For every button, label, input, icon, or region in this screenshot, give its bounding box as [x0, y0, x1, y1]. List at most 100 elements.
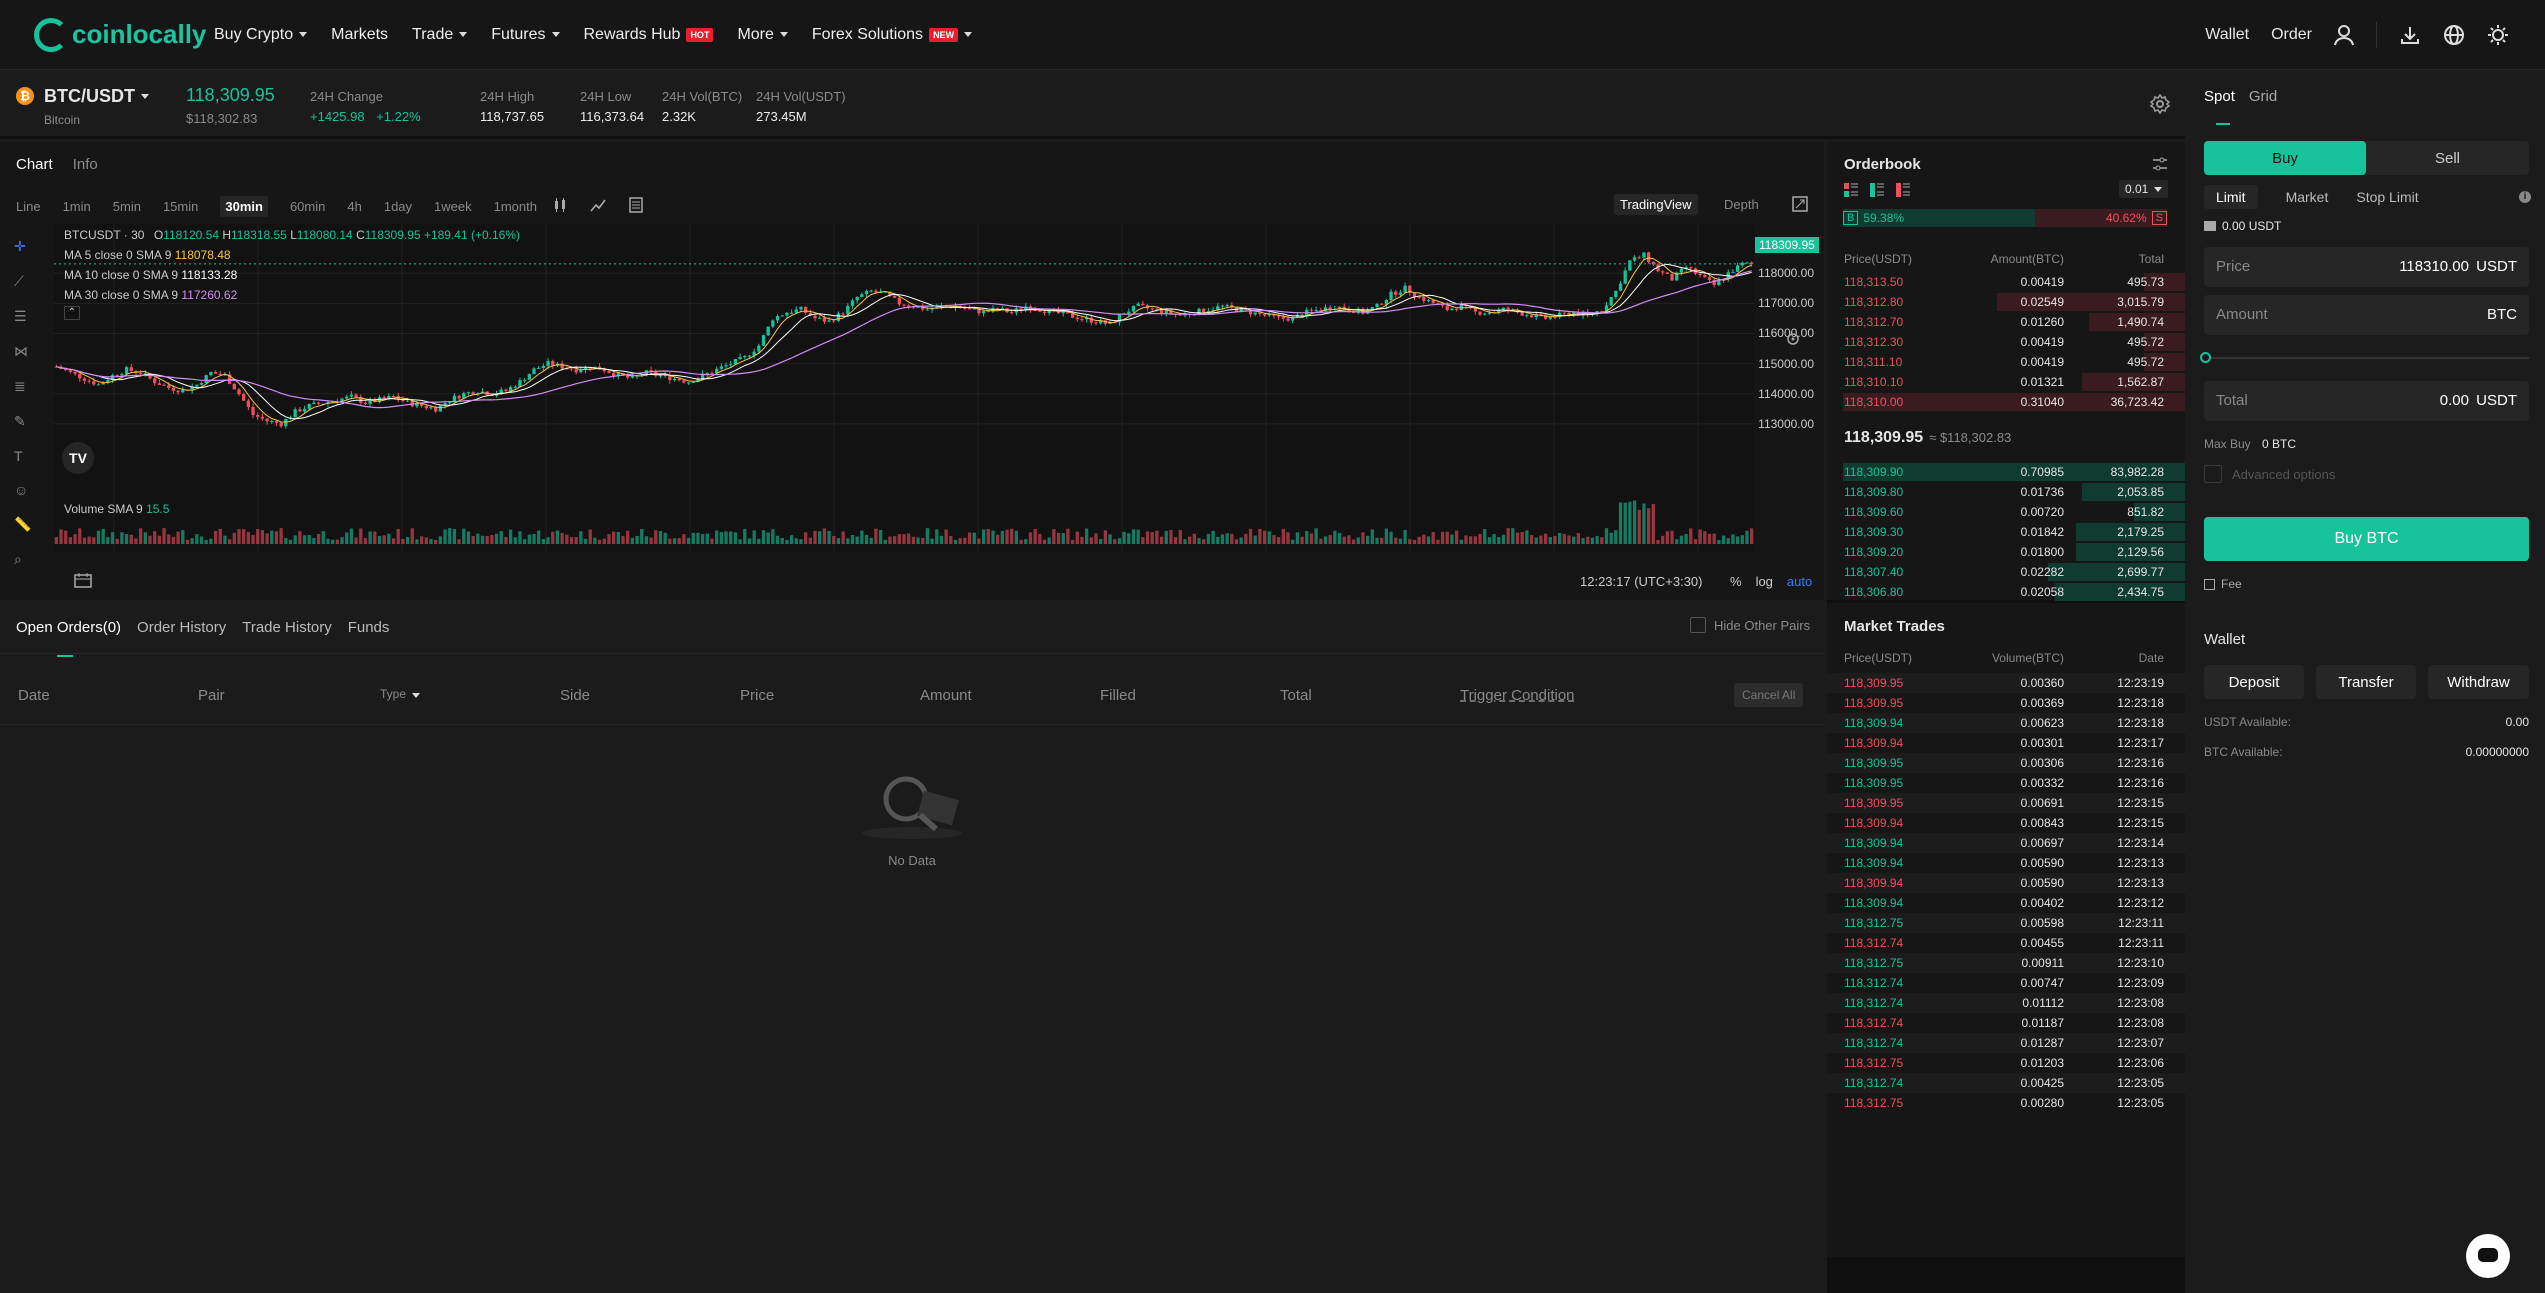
nav-item-2[interactable]: Trade: [412, 26, 468, 44]
cancel-all-button[interactable]: Cancel All: [1734, 683, 1804, 707]
price-axis[interactable]: 118309.95 118000.00 117000.00 116000.00 115…: [1754, 224, 1824, 554]
order-type-market[interactable]: Market: [2286, 189, 2329, 205]
chat-support-button[interactable]: [2466, 1234, 2510, 1278]
nav-item-0[interactable]: Buy Crypto: [214, 26, 308, 44]
fullscreen-icon[interactable]: [1792, 196, 1808, 212]
orders-col-trigger-condition[interactable]: Trigger Condition: [1460, 687, 1575, 704]
ask-row[interactable]: 118,310.00 0.31040 36,723.42: [1827, 392, 2185, 412]
total-input[interactable]: Total 0.00 USDT: [2204, 381, 2529, 421]
slider-handle[interactable]: [2200, 352, 2211, 363]
orderbook-both-view-icon[interactable]: [1843, 182, 1859, 198]
user-icon[interactable]: [2334, 24, 2354, 46]
pair-selector[interactable]: BTC/USDT: [44, 86, 149, 107]
buy-tab-button[interactable]: Buy: [2204, 141, 2366, 175]
pattern-icon[interactable]: ⋈: [14, 343, 31, 360]
bid-row[interactable]: 118,309.90 0.70985 83,982.28: [1827, 462, 2185, 482]
order-type-limit[interactable]: Limit: [2204, 185, 2258, 209]
ruler-icon[interactable]: 📏: [14, 516, 31, 533]
percent-scale-toggle[interactable]: %: [1730, 574, 1742, 589]
timeframe-Line[interactable]: Line: [16, 199, 41, 214]
indicators-icon[interactable]: [590, 197, 606, 213]
timeframe-5min[interactable]: 5min: [113, 199, 141, 214]
timeframe-1min[interactable]: 1min: [63, 199, 91, 214]
orders-tab-0[interactable]: Open Orders(0): [16, 619, 121, 636]
settings-gear-icon[interactable]: [2150, 94, 2170, 114]
timeframe-1day[interactable]: 1day: [384, 199, 412, 214]
withdraw-button[interactable]: Withdraw: [2428, 665, 2529, 699]
ask-row[interactable]: 118,312.30 0.00419 495.72: [1827, 332, 2185, 352]
info-icon[interactable]: i: [2519, 191, 2531, 203]
nav-item-5[interactable]: More: [737, 26, 788, 44]
bid-row[interactable]: 118,309.80 0.01736 2,053.85: [1827, 482, 2185, 502]
timeframe-1month[interactable]: 1month: [494, 199, 537, 214]
axis-settings-icon[interactable]: [1786, 332, 1800, 346]
date-range-icon[interactable]: [74, 572, 92, 588]
timeframe-30min[interactable]: 30min: [220, 196, 268, 217]
brush-icon[interactable]: ✎: [14, 413, 31, 430]
candle-type-icon[interactable]: [552, 197, 568, 213]
log-scale-toggle[interactable]: log: [1756, 574, 1773, 589]
ask-row[interactable]: 118,312.70 0.01260 1,490.74: [1827, 312, 2185, 332]
trendline-icon[interactable]: ⟋: [14, 273, 31, 290]
nav-item-6[interactable]: Forex Solutions NEW: [812, 26, 973, 44]
orderbook-settings-icon[interactable]: [2152, 156, 2168, 172]
precision-select[interactable]: 0.01: [2119, 180, 2169, 198]
bid-row[interactable]: 118,309.30 0.01842 2,179.25: [1827, 522, 2185, 542]
fee-link[interactable]: Fee: [2221, 577, 2242, 591]
download-icon[interactable]: [2399, 24, 2421, 46]
depth-mode-button[interactable]: Depth: [1724, 197, 1759, 212]
logo[interactable]: coinlocally: [34, 17, 214, 52]
calculator-icon[interactable]: [628, 197, 644, 213]
hide-pairs-checkbox[interactable]: [1690, 617, 1706, 633]
bid-row[interactable]: 118,306.80 0.02058 2,434.75: [1827, 582, 2185, 602]
timeframe-15min[interactable]: 15min: [163, 199, 198, 214]
emoji-icon[interactable]: ☺: [14, 482, 31, 498]
orders-tab-1[interactable]: Order History: [137, 619, 226, 636]
zoom-icon[interactable]: ⌕: [14, 551, 31, 568]
horizontal-lines-icon[interactable]: ☰: [14, 308, 31, 325]
timeframe-1week[interactable]: 1week: [434, 199, 472, 214]
crosshair-icon[interactable]: ✛: [14, 238, 31, 255]
price-input[interactable]: Price 118310.00 USDT: [2204, 247, 2529, 287]
deposit-button[interactable]: Deposit: [2204, 665, 2304, 699]
bid-row[interactable]: 118,307.40 0.02282 2,699.77: [1827, 562, 2185, 582]
tradingview-mode-button[interactable]: TradingView: [1614, 194, 1698, 215]
tradingview-logo-icon[interactable]: TV: [62, 442, 94, 474]
nav-item-1[interactable]: Markets: [331, 26, 388, 44]
auto-scale-toggle[interactable]: auto: [1787, 574, 1812, 589]
orderbook-asks-view-icon[interactable]: [1895, 182, 1911, 198]
tab-chart[interactable]: Chart: [16, 156, 53, 173]
bid-row[interactable]: 118,309.20 0.01800 2,129.56: [1827, 542, 2185, 562]
orders-col-type[interactable]: Type: [380, 687, 421, 701]
nav-item-4[interactable]: Rewards Hub HOT: [584, 26, 714, 44]
advanced-options-checkbox[interactable]: [2204, 465, 2222, 483]
timeframe-60min[interactable]: 60min: [290, 199, 325, 214]
tab-grid[interactable]: Grid: [2249, 88, 2277, 105]
amount-input[interactable]: Amount BTC: [2204, 295, 2529, 335]
nav-item-3[interactable]: Futures: [491, 26, 560, 44]
bid-row[interactable]: 118,309.60 0.00720 851.82: [1827, 502, 2185, 522]
price-chart[interactable]: BTCUSDT · 30 O118120.54 H118318.55 L1180…: [54, 224, 1754, 552]
timeframe-4h[interactable]: 4h: [347, 199, 361, 214]
ask-row[interactable]: 118,311.10 0.00419 495.72: [1827, 352, 2185, 372]
collapse-legend-icon[interactable]: ⌃: [64, 306, 80, 320]
buy-btc-button[interactable]: Buy BTC: [2204, 517, 2529, 561]
wallet-link[interactable]: Wallet: [2205, 26, 2249, 44]
orders-tab-2[interactable]: Trade History: [242, 619, 331, 636]
theme-sun-icon[interactable]: [2487, 24, 2509, 46]
order-link[interactable]: Order: [2271, 26, 2312, 44]
globe-icon[interactable]: [2443, 24, 2465, 46]
tab-spot[interactable]: Spot: [2204, 88, 2235, 105]
fib-icon[interactable]: ≣: [14, 378, 31, 395]
transfer-button[interactable]: Transfer: [2316, 665, 2416, 699]
text-icon[interactable]: T: [14, 448, 31, 464]
orderbook-bids-view-icon[interactable]: [1869, 182, 1885, 198]
order-type-stop-limit[interactable]: Stop Limit: [2356, 189, 2418, 205]
ask-row[interactable]: 118,313.50 0.00419 495.73: [1827, 272, 2185, 292]
amount-slider[interactable]: [2200, 352, 2529, 363]
ask-row[interactable]: 118,310.10 0.01321 1,562.87: [1827, 372, 2185, 392]
ask-row[interactable]: 118,312.80 0.02549 3,015.79: [1827, 292, 2185, 312]
tab-info[interactable]: Info: [73, 156, 98, 173]
orders-tab-3[interactable]: Funds: [348, 619, 390, 636]
sell-tab-button[interactable]: Sell: [2366, 141, 2529, 175]
